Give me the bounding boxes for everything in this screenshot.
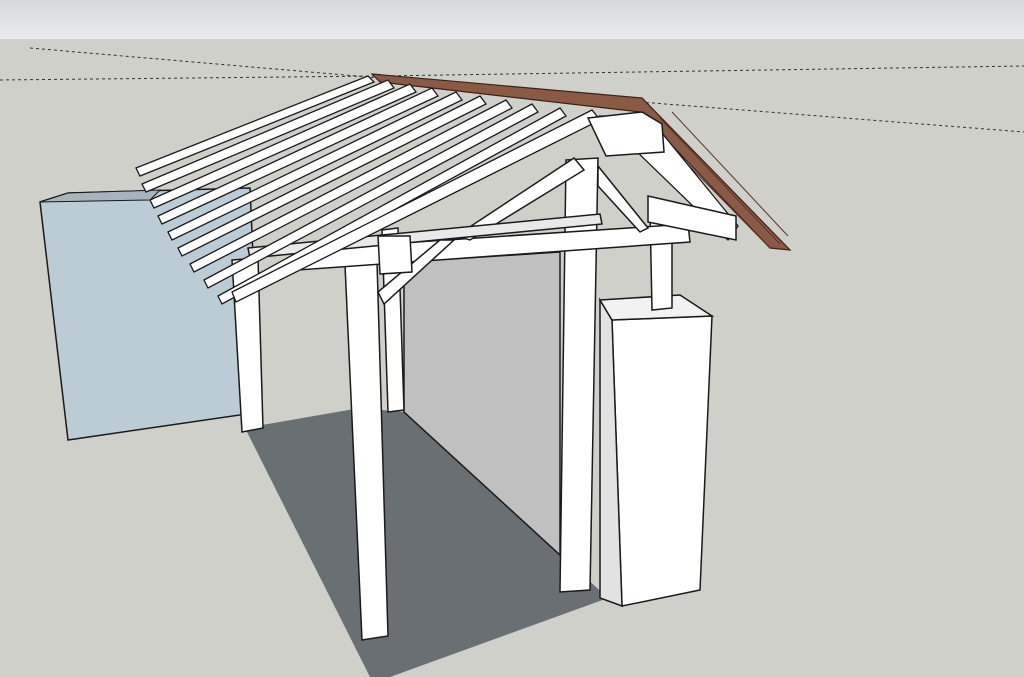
axis-line [0, 75, 381, 81]
right-block-front[interactable] [611, 315, 713, 607]
purlin-cap-front[interactable] [586, 111, 665, 157]
axis-line [639, 101, 1024, 133]
3d-model-canvas[interactable] [0, 0, 1024, 677]
brace-right[interactable] [597, 163, 650, 233]
sketchup-viewport[interactable] [0, 0, 1024, 677]
axis-line [379, 65, 1024, 77]
purlin-cap-left[interactable] [377, 235, 413, 275]
axis-line [29, 47, 381, 79]
side-wall-top [39, 189, 162, 203]
